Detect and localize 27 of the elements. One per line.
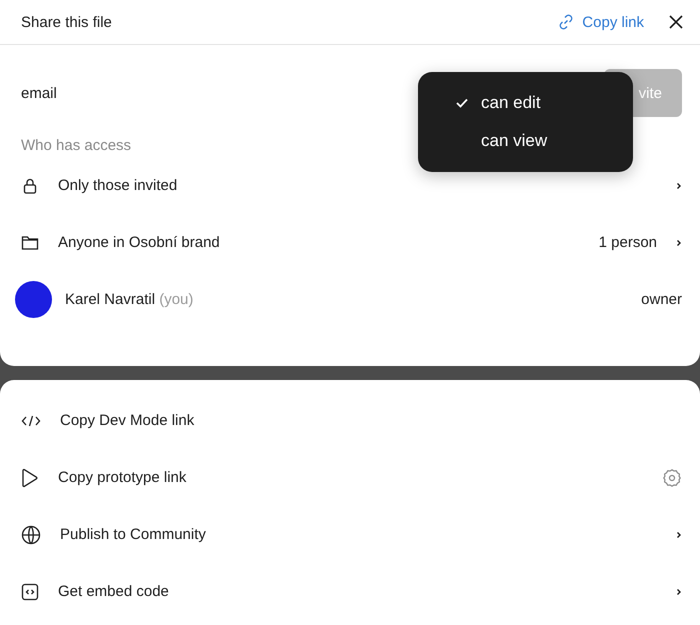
chevron-icon [676,238,682,248]
access-value: owner [641,291,682,308]
action-item[interactable]: Copy prototype link [0,449,700,506]
link-icon [557,13,576,31]
action-item[interactable]: Publish to Community [0,506,700,563]
chevron-icon [676,586,682,596]
lock-icon [21,176,39,194]
close-button[interactable] [668,14,684,30]
chevron-icon [676,530,682,540]
access-value: 1 person [598,234,657,251]
code-icon [21,414,41,428]
access-label: Karel Navratil (you) [65,291,194,308]
settings-icon[interactable] [662,468,682,488]
action-item[interactable]: Get embed code [0,563,700,620]
folder-icon [21,234,39,250]
avatar [15,281,52,318]
access-label: Anyone in Osobní brand [58,234,221,251]
embed-icon [21,582,39,600]
access-label: Only those invited [58,177,178,194]
copy-link-button[interactable]: Copy link [557,13,644,31]
menu-item[interactable]: can view [418,125,633,157]
chevron-icon [676,180,682,190]
section-heading: Who has access [21,136,132,156]
globe-icon [21,524,41,544]
play-icon [21,468,39,488]
dialog-title: Share this file [21,14,113,30]
action-item[interactable]: Copy Dev Mode link [0,392,700,449]
